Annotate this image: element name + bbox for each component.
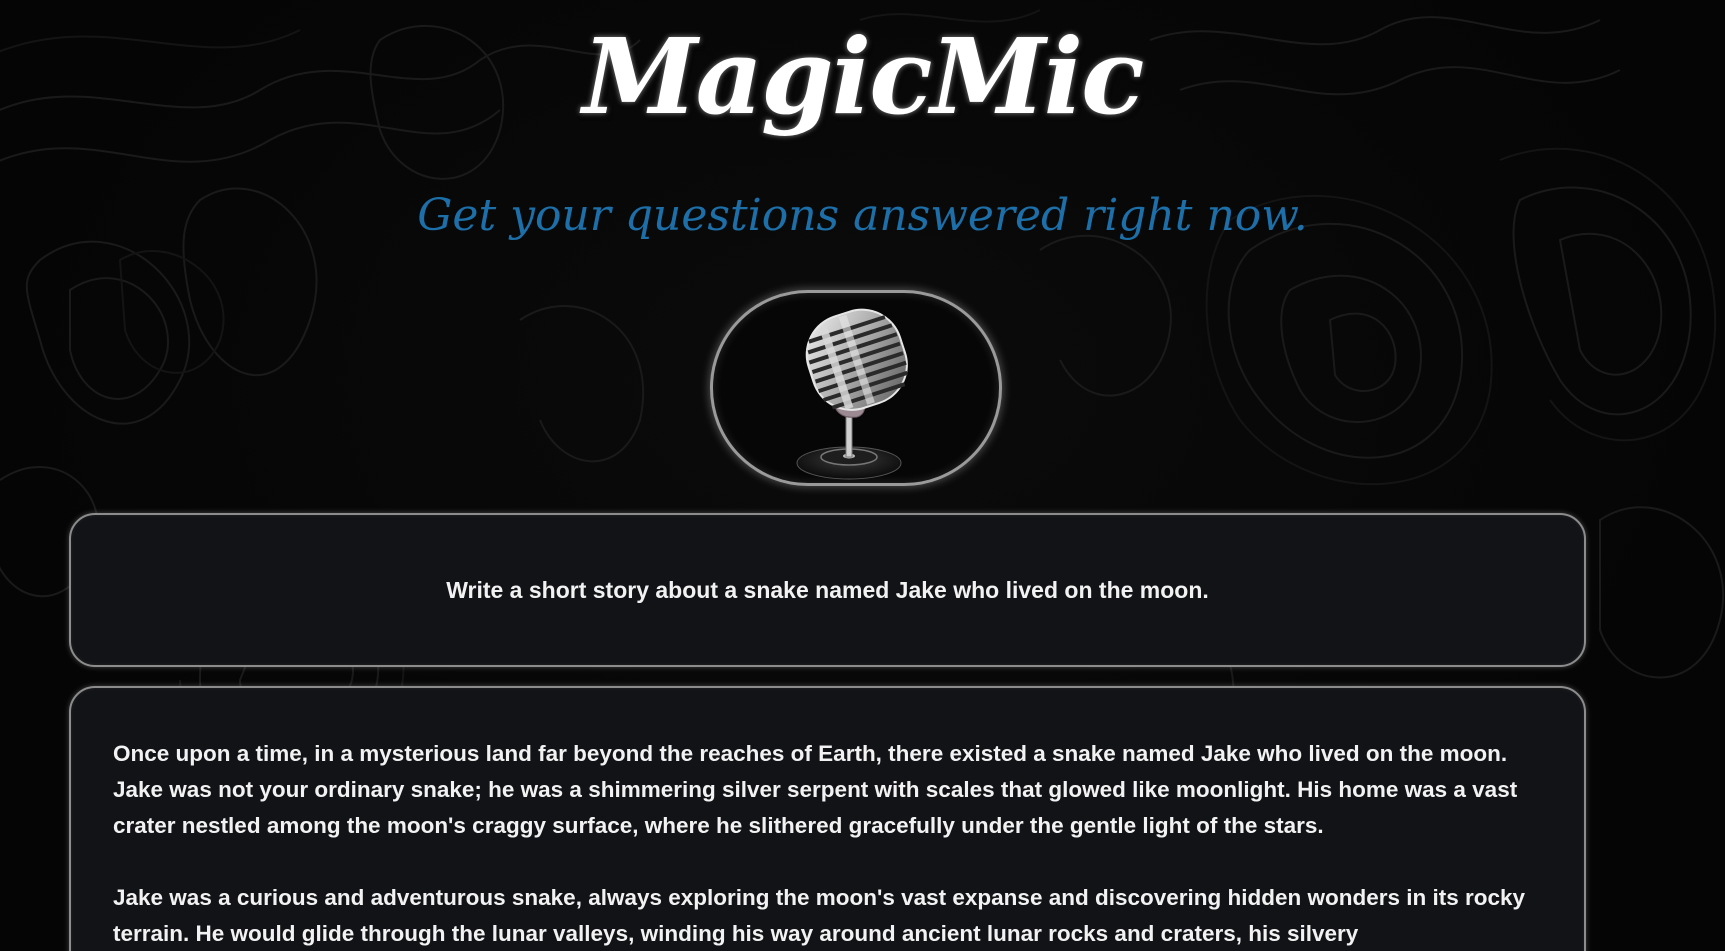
answer-paragraph: Once upon a time, in a mysterious land f… xyxy=(113,741,1518,838)
prompt-text: Write a short story about a snake named … xyxy=(446,576,1209,603)
answer-paragraph: Jake was a curious and adventurous snake… xyxy=(113,885,1526,946)
record-button[interactable] xyxy=(710,290,1002,486)
microphone-icon xyxy=(796,308,908,480)
answer-card: Once upon a time, in a mysterious land f… xyxy=(69,686,1586,951)
app-title: MagicMic xyxy=(582,15,1144,138)
app-subtitle: Get your questions answered right now. xyxy=(417,190,1308,241)
page: MagicMic Get your questions answered rig… xyxy=(0,0,1725,951)
prompt-card: Write a short story about a snake named … xyxy=(69,513,1586,667)
